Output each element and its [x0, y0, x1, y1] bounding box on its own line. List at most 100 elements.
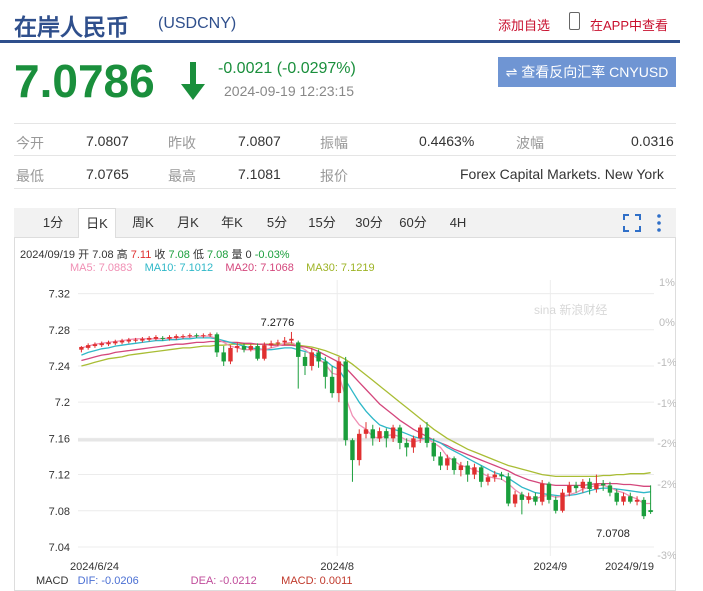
tab-1min[interactable]: 1分	[34, 208, 72, 237]
ma10-line	[81, 337, 651, 497]
candle-body	[167, 337, 172, 339]
reverse-rate-button[interactable]: ⇌ 查看反向汇率 CNYUSD	[498, 57, 676, 87]
watermark: sina 新浪财经	[534, 302, 607, 317]
moving-averages	[81, 335, 651, 505]
macd-legend: MACD DIF: -0.0206 DEA: -0.0212 MACD: 0.0…	[36, 575, 353, 587]
quote-label: 昨收	[168, 135, 196, 151]
candle-body	[119, 340, 125, 343]
tab-daily[interactable]: 日K	[78, 208, 116, 238]
candle-body	[323, 361, 328, 377]
candle-body	[343, 361, 348, 441]
candle-body	[418, 427, 423, 439]
quote-label: 振幅	[320, 135, 348, 151]
add-favorite-link[interactable]: 添加自选	[498, 15, 550, 34]
candle-body	[384, 431, 389, 439]
quote-divider	[14, 155, 676, 156]
candle-body	[275, 342, 281, 344]
candle-body	[465, 465, 470, 475]
candle-body	[628, 496, 633, 502]
x-tick-label: 2024/8	[320, 561, 354, 573]
candle-body	[194, 335, 199, 337]
high-label: 高	[116, 249, 128, 261]
volume-value: 0	[245, 249, 252, 261]
candle-body	[567, 485, 572, 493]
macd-label: MACD: 0.0011	[281, 575, 353, 587]
candle-body	[228, 347, 233, 362]
low-value: 7.08	[207, 249, 229, 261]
candle-body	[180, 336, 186, 338]
candle-body	[607, 485, 613, 493]
tab-monthly[interactable]: 月K	[169, 208, 207, 237]
pct-tick-label: -3%	[657, 550, 676, 562]
tab-4h[interactable]: 4H	[439, 208, 477, 237]
symbol-code: (USDCNY)	[158, 15, 237, 32]
pct-tick-label: 1%	[659, 277, 675, 289]
candle-body	[350, 440, 355, 461]
candle-body	[113, 341, 118, 344]
candle-body	[214, 334, 220, 353]
candle-body	[221, 352, 226, 362]
candle-body	[79, 346, 84, 350]
quote-value: 7.1081	[238, 166, 281, 182]
candle-body	[289, 338, 294, 341]
candle-body	[207, 334, 213, 336]
candle-body	[431, 442, 436, 457]
candle-body	[560, 492, 565, 511]
candle-body	[309, 352, 314, 366]
current-price: 7.0786	[14, 55, 155, 107]
candle-body	[546, 483, 552, 500]
candle-body	[316, 352, 321, 362]
quote-value: 7.0807	[86, 133, 129, 149]
candle-body	[140, 338, 145, 341]
candle-body	[85, 345, 91, 348]
x-tick-label: 2024/6/24	[70, 561, 119, 573]
candle-body	[573, 485, 579, 489]
candle-body	[329, 376, 335, 394]
candlestick-chart[interactable]: sina 新浪财经 7.32 7.28 7.24 7.2 7.16 7.12 7.08 7.0…	[14, 272, 676, 574]
ohlc-date: 2024/09/19	[20, 249, 76, 261]
tab-15min[interactable]: 15分	[303, 208, 341, 237]
low-label: 低	[192, 249, 204, 261]
tab-yearly[interactable]: 年K	[213, 208, 251, 237]
candle-body	[458, 465, 464, 471]
tab-weekly[interactable]: 周K	[124, 208, 162, 237]
candle-body	[424, 427, 430, 443]
fullscreen-icon[interactable]	[623, 214, 641, 232]
candle-body	[485, 477, 491, 482]
quote-label: 报价	[320, 168, 348, 184]
phone-icon	[569, 12, 580, 30]
chart-grid	[78, 280, 654, 556]
candle-body	[478, 467, 484, 482]
more-options-icon[interactable]	[654, 212, 664, 234]
candle-body	[621, 496, 626, 502]
y-tick-label: 7.28	[49, 325, 70, 337]
y-tick-label: 7.2	[55, 397, 70, 409]
tab-60min[interactable]: 60分	[394, 208, 432, 237]
tab-5min[interactable]: 5分	[258, 208, 296, 237]
pct-tick-label: -1%	[657, 398, 676, 410]
candle-body	[519, 494, 525, 500]
candle-body	[539, 483, 545, 502]
dif-label: DIF: -0.0206	[77, 575, 139, 587]
quote-label: 今开	[16, 135, 44, 151]
candle-body	[451, 458, 457, 471]
header-divider	[0, 40, 680, 43]
candle-body	[241, 346, 247, 350]
candle-body	[282, 340, 287, 343]
candle-body	[445, 458, 450, 466]
quote-value: 7.0765	[86, 166, 129, 182]
quote-label: 波幅	[516, 135, 544, 151]
view-in-app-link[interactable]: 在APP中查看	[590, 15, 668, 34]
ma20-line	[81, 340, 651, 487]
quote-label: 最低	[16, 168, 44, 184]
pct-tick-label: -2%	[657, 479, 676, 491]
candle-body	[526, 496, 531, 500]
candle-body	[390, 427, 396, 439]
high-annotation: 7.2776	[261, 317, 295, 329]
candle-body	[553, 499, 558, 511]
pct-tick-label: -2%	[657, 438, 676, 450]
period-tabs: 1分 日K 周K 月K 年K 5分 15分 30分 60分 4H	[14, 208, 676, 238]
candle-body	[153, 337, 159, 339]
tab-30min[interactable]: 30分	[350, 208, 388, 237]
candle-body	[438, 456, 443, 466]
